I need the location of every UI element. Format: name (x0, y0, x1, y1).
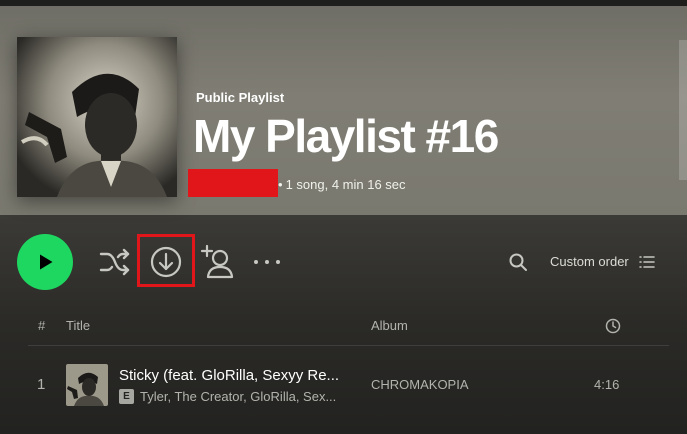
track-number: 1 (37, 376, 46, 393)
clock-icon (605, 318, 621, 334)
playlist-meta: • 1 song, 4 min 16 sec (278, 177, 406, 192)
playlist-type-label: Public Playlist (196, 90, 285, 105)
track-thumbnail (66, 364, 108, 406)
shuffle-button[interactable] (98, 245, 132, 279)
table-header-divider (28, 345, 669, 346)
track-duration: 4:16 (594, 377, 620, 392)
meta-separator: • (278, 177, 283, 192)
play-button[interactable] (17, 234, 73, 290)
search-button[interactable] (506, 250, 530, 274)
column-header-number: # (38, 318, 46, 333)
sort-order-button[interactable]: Custom order (550, 254, 655, 269)
playlist-summary: 1 song, 4 min 16 sec (285, 177, 406, 192)
play-icon (40, 254, 53, 270)
column-header-title[interactable]: Title (66, 318, 90, 333)
invite-collaborator-button[interactable] (199, 243, 237, 281)
owner-redaction-box (188, 169, 278, 197)
search-icon (509, 253, 527, 271)
more-options-button[interactable] (252, 252, 282, 272)
explicit-badge: E (119, 389, 134, 404)
track-album[interactable]: CHROMAKOPIA (371, 377, 469, 392)
more-options-icon (254, 260, 280, 264)
track-artists[interactable]: Tyler, The Creator, GloRilla, Sex... (140, 389, 346, 404)
playlist-cover-art[interactable] (17, 37, 177, 197)
column-header-duration[interactable] (605, 318, 621, 337)
cover-art-image (17, 37, 177, 197)
download-button[interactable] (146, 242, 186, 282)
scrollbar[interactable] (679, 40, 687, 180)
track-artwork-image (66, 364, 108, 406)
column-header-album[interactable]: Album (371, 318, 408, 333)
list-icon (639, 255, 655, 268)
track-title[interactable]: Sticky (feat. GloRilla, Sexyy Re... (119, 367, 351, 384)
page-title[interactable]: My Playlist #16 (193, 108, 499, 164)
shuffle-icon (99, 248, 130, 276)
download-icon (150, 246, 182, 278)
sort-order-label: Custom order (550, 254, 629, 269)
add-user-icon (200, 244, 234, 279)
